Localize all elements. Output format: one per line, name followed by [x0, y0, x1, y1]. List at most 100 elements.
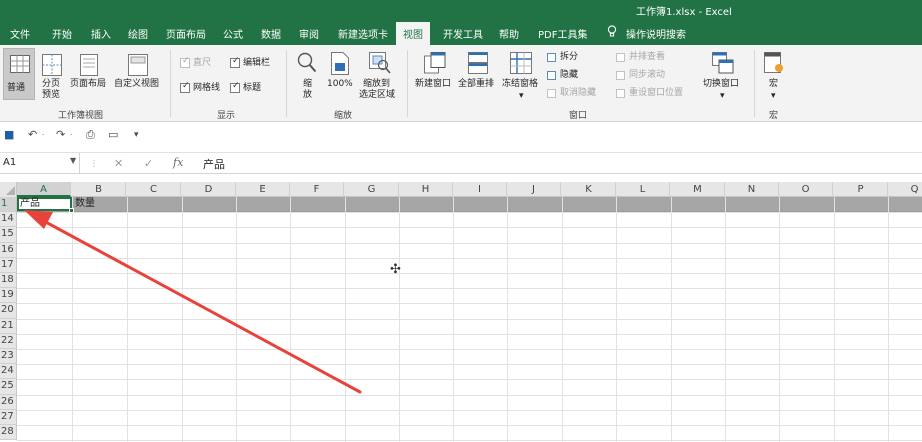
tab-pdf-tools[interactable]: PDF工具集 — [538, 26, 587, 41]
headings-checkbox[interactable]: ✓ — [230, 81, 240, 93]
chevron-down-icon[interactable]: · — [42, 131, 44, 139]
tab-data[interactable]: 数据 — [261, 26, 281, 41]
enter-icon[interactable]: ✓ — [144, 157, 153, 170]
chevron-down-icon[interactable]: · — [70, 131, 72, 139]
gridline-horizontal — [17, 257, 922, 259]
redo-icon[interactable]: ↷ — [56, 128, 65, 141]
tab-new-tab[interactable]: 新建选项卡 — [338, 26, 388, 41]
column-header-j[interactable]: J — [507, 182, 561, 197]
row-header-26[interactable]: 26 — [0, 394, 17, 410]
worksheet-grid[interactable]: ABCDEFGHIJKLMNOPQ 数量 1 14 15 16 17 18 19 20 21 22… — [0, 182, 922, 442]
row-header-28[interactable]: 28 — [0, 425, 17, 441]
column-header-g[interactable]: G — [345, 182, 399, 197]
cell-b1[interactable]: 数量 — [72, 197, 127, 211]
screen-icon[interactable]: ▭ — [108, 128, 118, 141]
cancel-icon[interactable]: ✕ — [114, 157, 123, 170]
split-button[interactable]: 拆分 — [560, 52, 578, 63]
gridline-horizontal — [17, 242, 922, 244]
cell-a1[interactable]: 产品 — [17, 197, 72, 211]
insert-function-icon[interactable]: fx — [173, 156, 183, 169]
row-header-23[interactable]: 23 — [0, 349, 17, 365]
row-header-21[interactable]: 21 — [0, 318, 17, 334]
column-header-l[interactable]: L — [616, 182, 670, 197]
chevron-down-icon[interactable]: ▼ — [70, 156, 76, 165]
column-header-o[interactable]: O — [779, 182, 833, 197]
row-header-1[interactable]: 1 — [0, 197, 17, 213]
page-layout-view-icon[interactable] — [80, 54, 98, 76]
tab-view[interactable]: 视图 — [396, 22, 430, 45]
gridline-horizontal — [17, 318, 922, 320]
column-header-a[interactable]: A — [17, 182, 71, 197]
column-header-k[interactable]: K — [562, 182, 616, 197]
normal-view-button[interactable]: 普通 — [3, 48, 35, 100]
new-window-icon[interactable] — [424, 52, 446, 74]
tab-draw[interactable]: 绘图 — [128, 26, 148, 41]
tab-home[interactable]: 开始 — [52, 26, 72, 41]
unhide-button[interactable]: 取消隐藏 — [560, 88, 596, 99]
row-header-20[interactable]: 20 — [0, 303, 17, 319]
row-header-17[interactable]: 17 — [0, 257, 17, 273]
column-header-n[interactable]: N — [725, 182, 779, 197]
select-all-button[interactable] — [0, 182, 17, 197]
tell-me-search[interactable]: 操作说明搜索 — [626, 26, 686, 41]
row-header-18[interactable]: 18 — [0, 273, 17, 289]
column-header-p[interactable]: P — [834, 182, 888, 197]
side-by-side-icon — [616, 53, 625, 62]
formula-input[interactable]: 产品 — [203, 156, 225, 172]
reset-window-position-button[interactable]: 重设窗口位置 — [629, 88, 683, 99]
name-box[interactable]: A1 ▼ — [0, 153, 80, 174]
zoom-magnifier-icon[interactable] — [297, 52, 317, 74]
column-header-h[interactable]: H — [399, 182, 453, 197]
custom-views-icon[interactable] — [128, 54, 148, 76]
undo-icon[interactable]: ↶ — [28, 128, 37, 141]
freeze-panes-icon[interactable] — [510, 52, 532, 74]
zoom-100-icon[interactable] — [331, 52, 349, 75]
arrange-all-icon[interactable] — [468, 52, 488, 74]
column-header-q[interactable]: Q — [888, 182, 922, 197]
save-icon[interactable]: ■ — [4, 128, 14, 141]
column-header-i[interactable]: I — [453, 182, 507, 197]
switch-windows-label: 切换窗口 — [703, 79, 740, 89]
row-header-27[interactable]: 27 — [0, 409, 17, 425]
macros-label: 宏 — [769, 79, 779, 89]
gridline-horizontal — [17, 227, 922, 229]
column-header-f[interactable]: F — [290, 182, 344, 197]
column-header-e[interactable]: E — [236, 182, 290, 197]
page-break-preview-icon[interactable] — [42, 54, 62, 76]
column-header-m[interactable]: M — [671, 182, 725, 197]
row-header-19[interactable]: 19 — [0, 288, 17, 304]
column-header-d[interactable]: D — [182, 182, 236, 197]
view-side-by-side-button[interactable]: 并排查看 — [629, 52, 665, 63]
zoom-to-selection-label-1: 缩放到 — [363, 79, 391, 89]
row-header-22[interactable]: 22 — [0, 333, 17, 349]
tab-insert[interactable]: 插入 — [91, 26, 111, 41]
macros-icon[interactable] — [764, 52, 784, 74]
gridline-horizontal — [17, 440, 922, 442]
switch-windows-icon[interactable] — [712, 52, 734, 74]
row-header-14[interactable]: 14 — [0, 212, 17, 228]
tab-review[interactable]: 审阅 — [299, 26, 319, 41]
split-icon — [547, 53, 556, 62]
tab-formulas[interactable]: 公式 — [223, 26, 243, 41]
tab-file[interactable]: 文件 — [10, 26, 30, 41]
row-header-25[interactable]: 25 — [0, 379, 17, 395]
zoom-to-selection-icon[interactable] — [369, 52, 391, 74]
tab-help[interactable]: 帮助 — [499, 26, 519, 41]
row-header-15[interactable]: 15 — [0, 227, 17, 243]
gridlines-checkbox[interactable]: ✓ — [180, 81, 190, 93]
customize-toolbar-icon[interactable]: ▾ — [134, 130, 139, 140]
custom-views-label: 自定义视图 — [114, 79, 160, 89]
row-header-16[interactable]: 16 — [0, 242, 17, 258]
reset-position-icon — [616, 89, 625, 98]
hide-button[interactable]: 隐藏 — [560, 70, 578, 81]
tab-developer[interactable]: 开发工具 — [443, 26, 483, 41]
formula-bar-checkbox[interactable]: ✓ — [230, 56, 240, 68]
column-header-c[interactable]: C — [127, 182, 181, 197]
window-title: 工作簿1.xlsx - Excel — [636, 7, 732, 18]
column-header-b[interactable]: B — [72, 182, 126, 197]
synchronous-scrolling-button[interactable]: 同步滚动 — [629, 70, 665, 81]
tab-page-layout[interactable]: 页面布局 — [166, 26, 206, 41]
row-header-24[interactable]: 24 — [0, 364, 17, 380]
ruler-checkbox[interactable]: ✓ — [180, 56, 190, 68]
print-preview-icon[interactable]: ⎙ — [86, 128, 95, 142]
